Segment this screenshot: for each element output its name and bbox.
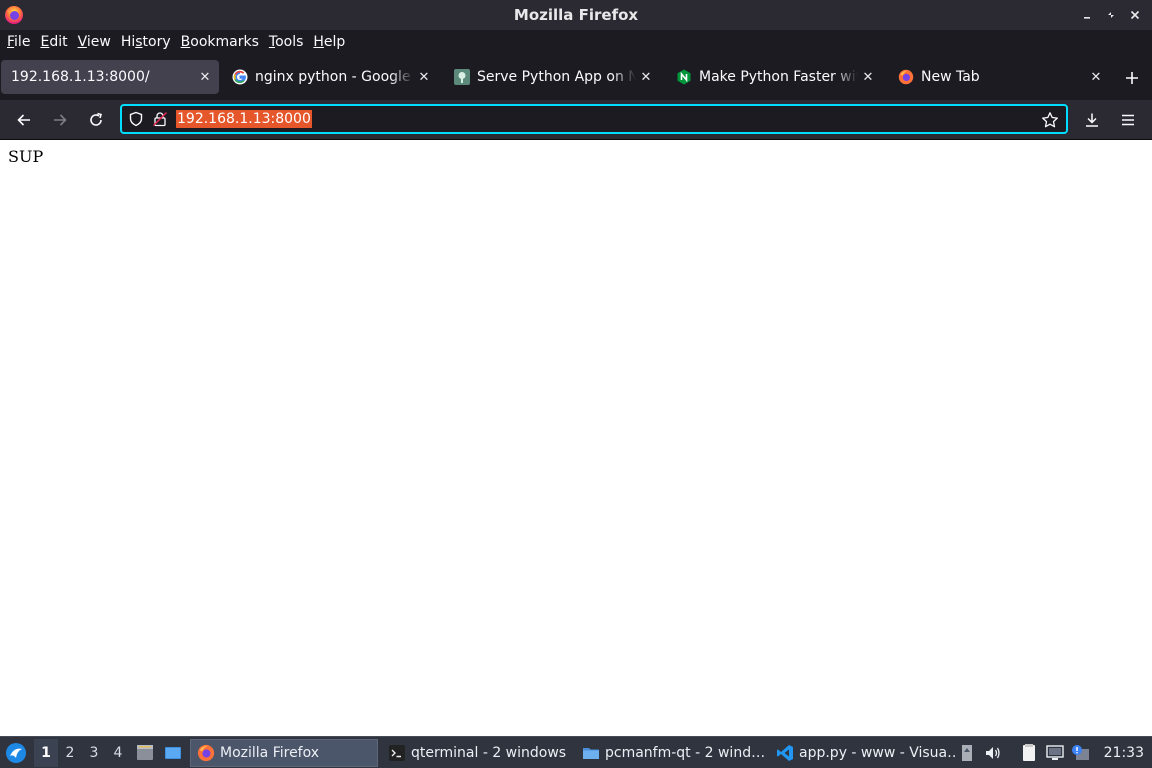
google-icon <box>232 69 248 85</box>
volume-icon[interactable] <box>980 740 1006 766</box>
tab-serve-python[interactable]: Serve Python App on Nginx ✕ <box>444 60 660 94</box>
workspace-2[interactable]: 2 <box>58 739 82 767</box>
workspace-4[interactable]: 4 <box>106 739 130 767</box>
clock: 21:33 <box>1103 745 1144 761</box>
task-pcmanfm[interactable]: pcmanfm-qt - 2 wind… <box>576 739 770 767</box>
task-vscode[interactable]: app.py - www - Visua… <box>770 739 956 767</box>
minimize-icon[interactable] <box>1076 4 1098 26</box>
tab-close-icon[interactable]: ✕ <box>414 67 434 87</box>
file-manager-icon[interactable] <box>132 740 158 766</box>
task-label: Mozilla Firefox <box>220 744 320 761</box>
maximize-icon[interactable] <box>1100 4 1122 26</box>
reload-button[interactable] <box>82 106 110 134</box>
firefox-icon <box>4 5 24 25</box>
workspace-3[interactable]: 3 <box>82 739 106 767</box>
lock-icon[interactable] <box>151 110 169 128</box>
page-content: SUP <box>0 141 1152 736</box>
url-text[interactable]: 192.168.1.13:8000 <box>176 110 312 128</box>
menu-view[interactable]: View <box>74 31 115 53</box>
new-tab-button[interactable] <box>1120 66 1144 90</box>
url-bar[interactable]: 192.168.1.13:8000 <box>120 104 1068 134</box>
tab-label: Make Python Faster with <box>699 69 858 85</box>
system-tray: 21:33 <box>954 737 1152 768</box>
tab-close-icon[interactable]: ✕ <box>1086 67 1106 87</box>
network-icon[interactable] <box>1042 740 1068 766</box>
tab-strip: 192.168.1.13:8000/ ✕ nginx python - Goog… <box>0 54 1152 100</box>
back-button[interactable] <box>10 106 38 134</box>
menu-tools[interactable]: Tools <box>265 31 308 53</box>
firefox-icon <box>197 744 215 762</box>
firefox-icon <box>898 69 914 85</box>
app-menu-button[interactable] <box>1114 106 1142 134</box>
tab-label: Serve Python App on Nginx <box>477 69 636 85</box>
close-icon[interactable] <box>1124 4 1146 26</box>
tab-label: 192.168.1.13:8000/ <box>11 69 150 85</box>
tab-close-icon[interactable]: ✕ <box>195 67 215 87</box>
menu-help[interactable]: Help <box>309 31 349 53</box>
tab-close-icon[interactable]: ✕ <box>858 67 878 87</box>
tab-make-python-faster[interactable]: Make Python Faster with ✕ <box>666 60 882 94</box>
show-desktop-icon[interactable] <box>160 740 186 766</box>
menu-history[interactable]: History <box>117 31 175 53</box>
folder-icon <box>582 744 600 762</box>
shield-icon[interactable] <box>127 110 145 128</box>
task-label: app.py - www - Visua… <box>799 744 956 761</box>
taskbar: 1 2 3 4 Mozilla Firefox qterminal - 2 wi… <box>0 736 1152 768</box>
tab-google-search[interactable]: nginx python - Google Search ✕ <box>222 60 438 94</box>
tab-new-tab[interactable]: New Tab ✕ <box>888 60 1110 94</box>
tab-close-icon[interactable]: ✕ <box>636 67 656 87</box>
terminal-icon <box>388 744 406 762</box>
task-qterminal[interactable]: qterminal - 2 windows <box>382 739 576 767</box>
page-body-text: SUP <box>8 147 44 166</box>
menu-edit[interactable]: Edit <box>36 31 71 53</box>
tab-label: nginx python - Google Search <box>255 69 414 85</box>
navigation-toolbar: 192.168.1.13:8000 <box>0 100 1152 140</box>
downloads-button[interactable] <box>1078 106 1106 134</box>
start-menu-icon[interactable] <box>4 741 28 765</box>
tab-local-server[interactable]: 192.168.1.13:8000/ ✕ <box>1 60 219 94</box>
notification-icon[interactable] <box>1068 740 1094 766</box>
workspace-1[interactable]: 1 <box>34 738 58 767</box>
menu-bookmarks[interactable]: Bookmarks <box>177 31 263 53</box>
window-title: Mozilla Firefox <box>513 6 639 24</box>
nginx-icon <box>676 69 692 85</box>
site-icon <box>454 69 470 85</box>
tab-label: New Tab <box>921 69 980 85</box>
clipboard-scroll-icon[interactable] <box>954 740 980 766</box>
task-firefox[interactable]: Mozilla Firefox <box>190 738 378 767</box>
forward-button[interactable] <box>46 106 74 134</box>
vscode-icon <box>776 744 794 762</box>
menu-bar: File Edit View History Bookmarks Tools H… <box>0 30 1152 54</box>
task-label: pcmanfm-qt - 2 wind… <box>605 744 766 761</box>
notes-icon[interactable] <box>1016 740 1042 766</box>
bookmark-star-icon[interactable] <box>1040 110 1060 130</box>
window-titlebar: Mozilla Firefox <box>0 0 1152 30</box>
menu-file[interactable]: File <box>3 31 34 53</box>
task-label: qterminal - 2 windows <box>411 744 567 761</box>
